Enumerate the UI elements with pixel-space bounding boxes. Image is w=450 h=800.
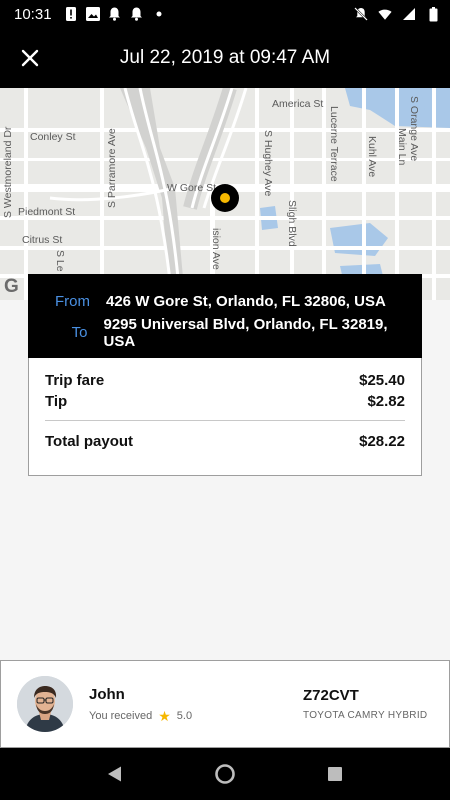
recents-button[interactable] — [315, 754, 355, 794]
image-icon — [85, 7, 100, 21]
trip-fare-row: Trip fare $25.40 — [45, 370, 405, 391]
dot-icon — [152, 7, 166, 21]
trip-fare-amount: $25.40 — [359, 372, 405, 389]
street-label: Lucerne Terrace — [328, 106, 340, 182]
home-icon — [215, 764, 235, 784]
tip-row: Tip $2.82 — [45, 391, 405, 412]
close-button[interactable] — [0, 28, 60, 88]
battery-icon — [426, 6, 440, 21]
driver-name: John — [89, 685, 125, 703]
app-bar: Jul 22, 2019 at 09:47 AM — [0, 28, 450, 88]
to-address: 9295 Universal Blvd, Orlando, FL 32819, … — [103, 315, 388, 350]
back-icon — [108, 766, 121, 782]
pickup-pin — [211, 184, 239, 212]
home-button[interactable] — [205, 754, 245, 794]
total-payout-label: Total payout — [45, 433, 134, 450]
status-right-icons — [354, 6, 440, 21]
to-row: To 9295 Universal Blvd, Orlando, FL 3281… — [44, 315, 406, 350]
total-payout-row: Total payout $28.22 — [45, 433, 405, 450]
street-label: S Westmoreland Dr — [2, 126, 14, 218]
street-label: S Le — [54, 250, 66, 272]
from-row: From 426 W Gore St, Orlando, FL 32806, U… — [44, 286, 406, 317]
wifi-icon — [378, 7, 392, 21]
street-label: Piedmont St — [18, 206, 76, 218]
map-brand-logo: G — [4, 276, 19, 297]
street-label: S Orange Ave — [408, 96, 420, 162]
trip-address-card: From 426 W Gore St, Orlando, FL 32806, U… — [28, 274, 422, 358]
close-icon — [21, 49, 39, 67]
back-button[interactable] — [95, 754, 135, 794]
fare-divider — [45, 420, 405, 421]
trip-fare-label: Trip fare — [45, 372, 105, 389]
to-label: To — [71, 324, 88, 341]
avatar — [17, 676, 73, 732]
street-label: Main Ln — [396, 128, 408, 166]
recents-icon — [328, 767, 342, 781]
tip-label: Tip — [45, 393, 68, 410]
car-model: TOYOTA CAMRY HYBRID — [303, 710, 428, 721]
cell-signal-icon — [402, 7, 416, 21]
tip-amount: $2.82 — [367, 393, 405, 410]
rating-value: 5.0 — [176, 709, 193, 722]
street-label: Conley St — [30, 131, 76, 143]
driver-info: John You received ★ 5.0 — [89, 686, 303, 723]
rating-text: You received — [89, 709, 153, 722]
alert-icon — [64, 7, 78, 21]
street-label: ision Ave — [210, 228, 222, 270]
notification-bell-icon — [108, 7, 122, 21]
from-address: 426 W Gore St, Orlando, FL 32806, USA — [106, 293, 386, 310]
from-label: From — [55, 293, 90, 310]
street-label: Kuhl Ave — [366, 136, 378, 178]
status-time: 10:31 — [14, 5, 52, 23]
street-label: S Parramore Ave — [106, 128, 118, 208]
system-nav-bar — [0, 748, 450, 800]
street-label: Sligh Blvd — [286, 200, 298, 247]
notification-bell-icon — [130, 7, 144, 21]
mute-icon — [354, 7, 368, 21]
vehicle-info: Z72CVT TOYOTA CAMRY HYBRID — [303, 687, 433, 721]
status-bar: 10:31 — [0, 0, 450, 28]
fare-breakdown-card: Trip fare $25.40 Tip $2.82 Total payout … — [28, 358, 422, 476]
total-payout-amount: $28.22 — [359, 433, 405, 450]
street-label: W Gore St — [167, 182, 217, 194]
street-label: America St — [272, 98, 324, 110]
pin-dot — [220, 193, 230, 203]
status-left-icons — [64, 7, 166, 21]
street-label: Citrus St — [22, 234, 63, 246]
star-icon: ★ — [158, 707, 171, 724]
driver-card[interactable]: John You received ★ 5.0 Z72CVT TOYOTA CA… — [0, 660, 450, 748]
driver-rating: You received ★ 5.0 — [89, 709, 303, 723]
street-label: S Hughey Ave — [262, 130, 274, 197]
page-title: Jul 22, 2019 at 09:47 AM — [119, 47, 331, 68]
license-plate: Z72CVT — [303, 687, 359, 704]
